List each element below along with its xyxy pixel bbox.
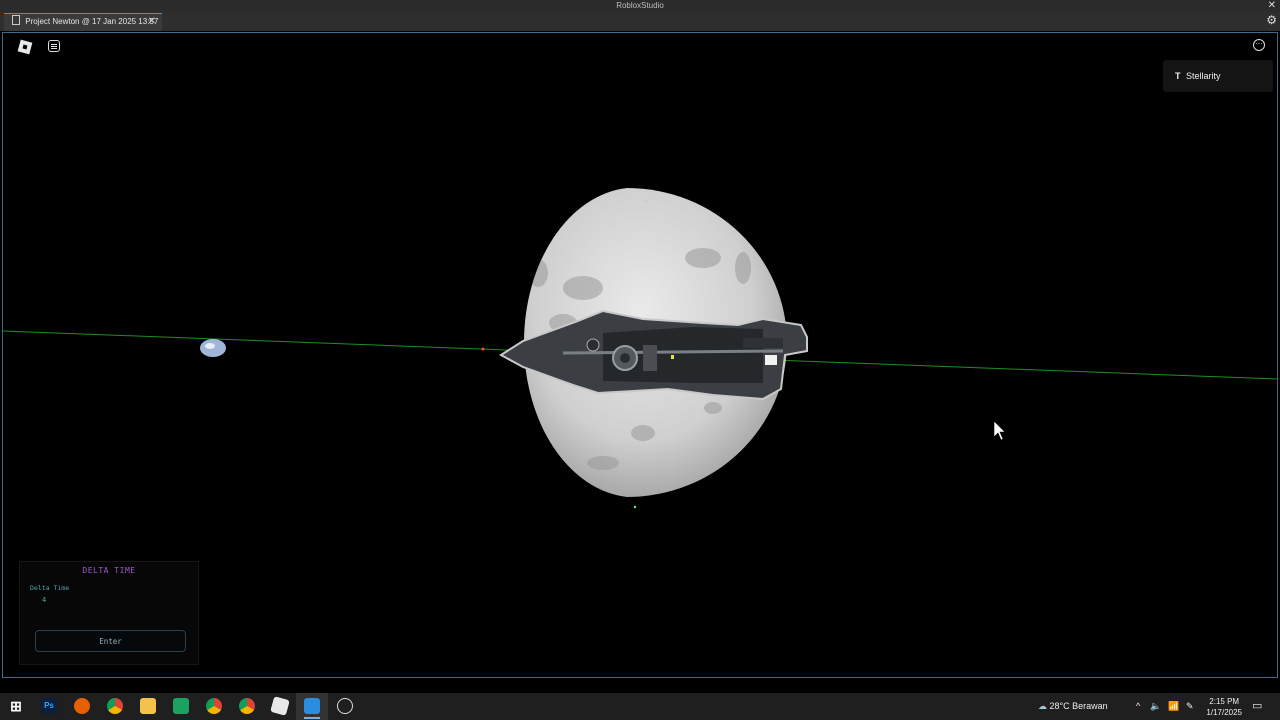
- photoshop-icon[interactable]: Ps: [41, 698, 57, 714]
- enter-button[interactable]: Enter: [35, 630, 186, 652]
- chat-icon[interactable]: [48, 40, 60, 52]
- earth-clouds: [205, 343, 215, 349]
- window-close-button[interactable]: ✕: [1268, 0, 1276, 12]
- document-icon: [12, 15, 20, 25]
- star-marker: [644, 199, 648, 203]
- team-icon: T: [1175, 71, 1181, 81]
- more-options-icon[interactable]: ···: [1253, 39, 1265, 51]
- player-name: Stellarity: [1186, 71, 1221, 81]
- file-explorer-icon[interactable]: [140, 698, 156, 714]
- delta-time-input[interactable]: 4: [42, 596, 46, 604]
- weather-temp: 28°C: [1049, 701, 1070, 711]
- app-green-icon[interactable]: [173, 698, 189, 714]
- window-title: RobloxStudio: [616, 1, 664, 10]
- weather-condition: Berawan: [1072, 701, 1108, 711]
- tab-strip: Project Newton @ 17 Jan 2025 13:57 ✕ ⚙: [0, 12, 1280, 31]
- window-title-bar: RobloxStudio ✕: [0, 0, 1280, 12]
- game-viewport[interactable]: ··· T Stellarity DELTA TIME Delta Time 4…: [2, 32, 1278, 678]
- volume-icon[interactable]: 🔈: [1150, 693, 1161, 720]
- roblox-player-icon[interactable]: [270, 696, 290, 716]
- notifications-icon[interactable]: ▭: [1252, 693, 1262, 720]
- delta-time-title: DELTA TIME: [82, 566, 136, 575]
- cloud-icon: ☁: [1038, 701, 1047, 711]
- tab-label: Project Newton @ 17 Jan 2025 13:57: [25, 17, 159, 26]
- target-marker: [481, 347, 485, 351]
- star-marker: [633, 505, 637, 509]
- weather-widget[interactable]: ☁ 28°C Berawan: [1038, 693, 1108, 720]
- clock-time: 2:15 PM: [1209, 697, 1240, 706]
- tray-chevron-icon[interactable]: ^: [1136, 693, 1140, 720]
- clock-app-icon[interactable]: [337, 698, 353, 714]
- tab-project-newton[interactable]: Project Newton @ 17 Jan 2025 13:57 ✕: [4, 13, 162, 31]
- settings-gear-icon[interactable]: ⚙: [1266, 13, 1277, 27]
- delta-time-panel: DELTA TIME Delta Time 4 Enter: [19, 561, 199, 665]
- system-clock[interactable]: 2:15 PM 1/17/2025: [1206, 696, 1242, 718]
- mouse-cursor: [993, 420, 1006, 441]
- windows-start-icon[interactable]: ⊞: [8, 698, 24, 714]
- chrome-profile-icon[interactable]: [206, 698, 222, 714]
- taskbar: ⊞ Ps ☁ 28°C Berawan ^ 🔈 📶 ✎ 2:15 PM 1/17…: [0, 693, 1280, 720]
- chrome-icon[interactable]: [107, 698, 123, 714]
- chrome-profile-2-icon[interactable]: [239, 698, 255, 714]
- clock-date: 1/17/2025: [1206, 708, 1242, 717]
- player-badge[interactable]: T Stellarity: [1163, 60, 1273, 92]
- pen-icon[interactable]: ✎: [1186, 693, 1194, 720]
- delta-time-label: Delta Time: [30, 584, 70, 592]
- roblox-studio-icon[interactable]: [304, 698, 320, 714]
- firefox-icon[interactable]: [74, 698, 90, 714]
- wifi-icon[interactable]: 📶: [1168, 693, 1179, 720]
- tab-close-button[interactable]: ✕: [148, 14, 156, 30]
